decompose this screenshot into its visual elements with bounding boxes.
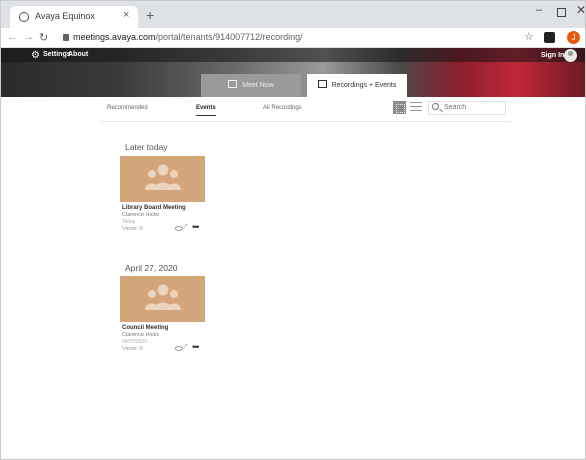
new-tab-icon[interactable]: +: [146, 8, 154, 22]
people-group-icon: [145, 284, 181, 310]
url-host: meetings.avaya.com: [73, 32, 156, 42]
event-views: Views: 0: [122, 226, 143, 232]
profile-avatar[interactable]: J: [567, 31, 580, 44]
event-views: Views: 0: [122, 346, 143, 352]
share-icon[interactable]: ⤤: [184, 224, 187, 231]
avaya-favicon-icon: [19, 12, 29, 22]
tab-recordings-label: Recordings + Events: [331, 82, 397, 89]
tab-meet-now[interactable]: Meet Now: [201, 74, 301, 97]
url-path: /portal/tenants/914007712/recording/: [155, 32, 303, 42]
search-box[interactable]: [428, 101, 506, 115]
eye-icon: [175, 346, 183, 351]
browser-tab-title: Avaya Equinox: [35, 11, 95, 21]
meet-now-icon: [228, 80, 238, 88]
back-arrow-icon[interactable]: ←: [7, 31, 18, 43]
gear-icon[interactable]: ⚙: [31, 50, 40, 61]
section-heading-date: April 27, 2020: [125, 263, 178, 273]
sign-in-link[interactable]: Sign In: [541, 52, 564, 59]
search-icon: [432, 103, 439, 110]
sub-navigation: Recommended Events All Recordings: [101, 97, 511, 122]
event-date: Today: [122, 219, 136, 225]
tab-events[interactable]: Events: [196, 105, 216, 116]
extension-icon[interactable]: [544, 32, 555, 43]
reload-icon[interactable]: ↻: [39, 31, 48, 44]
bookmark-star-icon[interactable]: ☆: [524, 30, 534, 43]
tab-meet-now-label: Meet Now: [242, 82, 274, 89]
app-top-bar: ⚙ Settings About Sign In: [1, 48, 585, 62]
about-link[interactable]: About: [68, 51, 88, 58]
event-card[interactable]: Library Board Meeting Clarence Hicks Tod…: [120, 156, 205, 242]
more-options-icon[interactable]: •••: [192, 222, 200, 232]
browser-window: Avaya Equinox × + – ✕ ← → ↻ meetings.ava…: [0, 0, 586, 460]
grid-view-icon[interactable]: [393, 101, 406, 114]
tab-recordings-events[interactable]: Recordings + Events: [307, 74, 407, 97]
tab-close-icon[interactable]: ×: [123, 9, 129, 21]
people-group-icon: [145, 164, 181, 190]
more-options-icon[interactable]: •••: [192, 342, 200, 352]
browser-tab[interactable]: Avaya Equinox ×: [10, 6, 138, 28]
tab-recommended[interactable]: Recommended: [107, 105, 148, 111]
user-avatar-icon[interactable]: [564, 49, 577, 62]
browser-tab-strip: Avaya Equinox × + – ✕: [1, 1, 585, 28]
event-thumbnail: [120, 156, 205, 202]
url-field[interactable]: meetings.avaya.com/portal/tenants/914007…: [73, 32, 303, 42]
lock-icon: [63, 34, 69, 41]
event-owner: Clarence Hicks: [122, 332, 159, 338]
event-title[interactable]: Council Meeting: [122, 325, 168, 331]
event-owner: Clarence Hicks: [122, 212, 159, 218]
section-heading-later-today: Later today: [125, 142, 168, 152]
eye-icon: [175, 226, 183, 231]
share-icon[interactable]: ⤤: [184, 344, 187, 351]
maximize-icon[interactable]: [557, 8, 566, 17]
event-card[interactable]: Council Meeting Clarence Hicks 04/27/202…: [120, 276, 205, 362]
settings-link[interactable]: Settings: [43, 51, 71, 58]
forward-arrow-icon[interactable]: →: [23, 31, 34, 43]
calendar-icon: [317, 80, 327, 88]
search-input[interactable]: [444, 104, 502, 111]
window-close-icon[interactable]: ✕: [576, 3, 585, 17]
minimize-icon[interactable]: –: [536, 4, 542, 16]
event-title[interactable]: Library Board Meeting: [122, 205, 186, 211]
address-bar-row: ← → ↻ meetings.avaya.com/portal/tenants/…: [1, 28, 585, 48]
list-view-icon[interactable]: [410, 102, 422, 112]
tab-all-recordings[interactable]: All Recordings: [263, 105, 302, 111]
event-thumbnail: [120, 276, 205, 322]
app-header-banner: ⚙ Settings About Sign In Meet Now Record…: [1, 48, 585, 97]
event-date: 04/27/2020: [122, 339, 148, 345]
